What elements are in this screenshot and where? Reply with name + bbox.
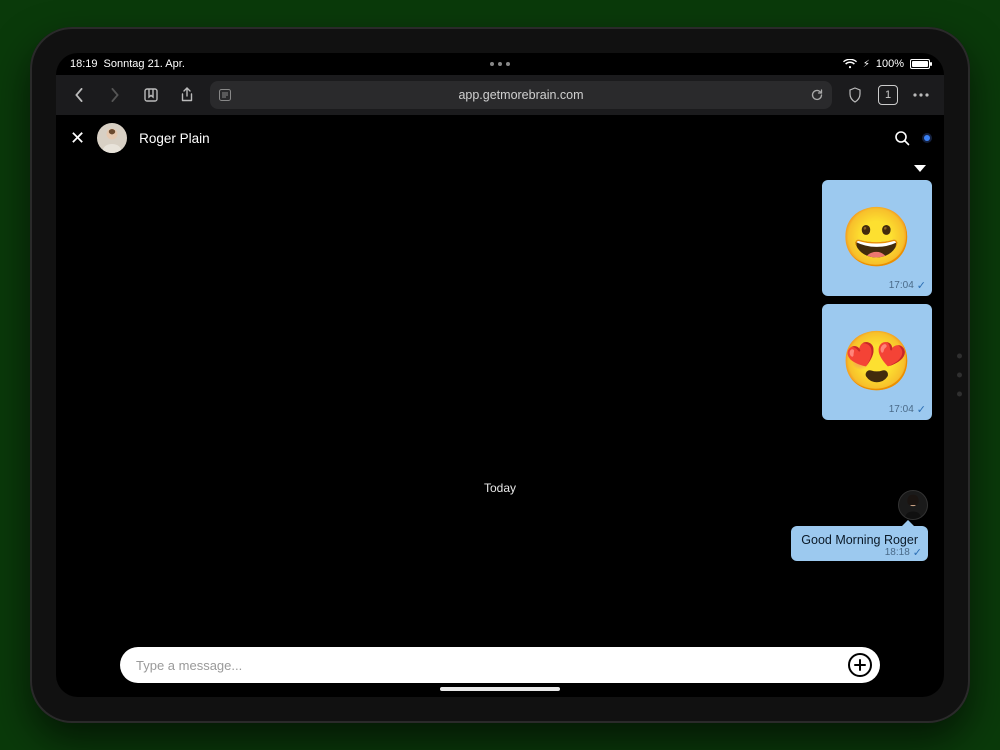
ipad-frame: 18:19 Sonntag 21. Apr. ⚡︎ 100%	[30, 27, 970, 723]
bubble-tail-icon	[914, 165, 926, 172]
message-bubble[interactable]: 😀 17:04✓	[822, 180, 932, 296]
date-separator: Today	[484, 481, 516, 495]
message-time: 17:04	[889, 280, 914, 291]
add-button[interactable]	[848, 653, 872, 677]
chat-body[interactable]: 😀 17:04✓ 😍 17:04✓ Good Morning Roger 18:…	[56, 161, 944, 637]
status-bar: 18:19 Sonntag 21. Apr. ⚡︎ 100%	[56, 53, 944, 75]
shield-icon[interactable]	[842, 82, 868, 108]
reader-icon[interactable]	[218, 88, 232, 102]
presence-indicator	[924, 135, 930, 141]
multitask-dots[interactable]	[490, 62, 510, 66]
message-bubble[interactable]: Good Morning Roger 18:18✓	[791, 526, 928, 561]
status-time: 18:19	[70, 58, 98, 70]
message-time: 17:04	[889, 404, 914, 415]
address-bar[interactable]: app.getmorebrain.com	[210, 81, 832, 109]
share-button[interactable]	[174, 82, 200, 108]
search-icon[interactable]	[894, 130, 910, 146]
home-indicator[interactable]	[440, 687, 560, 691]
reload-button[interactable]	[810, 88, 824, 102]
tabs-button[interactable]: 1	[878, 85, 898, 105]
bookmarks-button[interactable]	[138, 82, 164, 108]
composer[interactable]	[120, 647, 880, 683]
url-text: app.getmorebrain.com	[458, 88, 583, 102]
contact-name: Roger Plain	[139, 131, 210, 146]
self-avatar[interactable]	[898, 490, 928, 520]
plus-icon	[854, 659, 866, 671]
forward-button[interactable]	[102, 82, 128, 108]
message-input[interactable]	[136, 658, 848, 673]
battery-pct: 100%	[876, 58, 904, 70]
emoji-content: 😀	[841, 209, 913, 267]
delivered-check-icon: ✓	[917, 403, 926, 416]
delivered-check-icon: ✓	[913, 546, 922, 559]
chat-header: ✕ Roger Plain	[56, 115, 944, 161]
message-bubble[interactable]: 😍 17:04✓	[822, 304, 932, 420]
browser-toolbar: app.getmorebrain.com 1	[56, 75, 944, 115]
message-time: 18:18	[885, 547, 910, 558]
message-text: Good Morning Roger	[801, 533, 918, 547]
emoji-content: 😍	[841, 333, 913, 391]
charging-icon: ⚡︎	[863, 59, 870, 70]
close-button[interactable]: ✕	[70, 128, 85, 149]
contact-avatar[interactable]	[97, 123, 127, 153]
status-date: Sonntag 21. Apr.	[104, 58, 185, 70]
delivered-check-icon: ✓	[917, 279, 926, 292]
back-button[interactable]	[66, 82, 92, 108]
more-button[interactable]	[908, 82, 934, 108]
battery-icon	[910, 59, 930, 69]
screen: 18:19 Sonntag 21. Apr. ⚡︎ 100%	[56, 53, 944, 697]
wifi-icon	[843, 59, 857, 69]
